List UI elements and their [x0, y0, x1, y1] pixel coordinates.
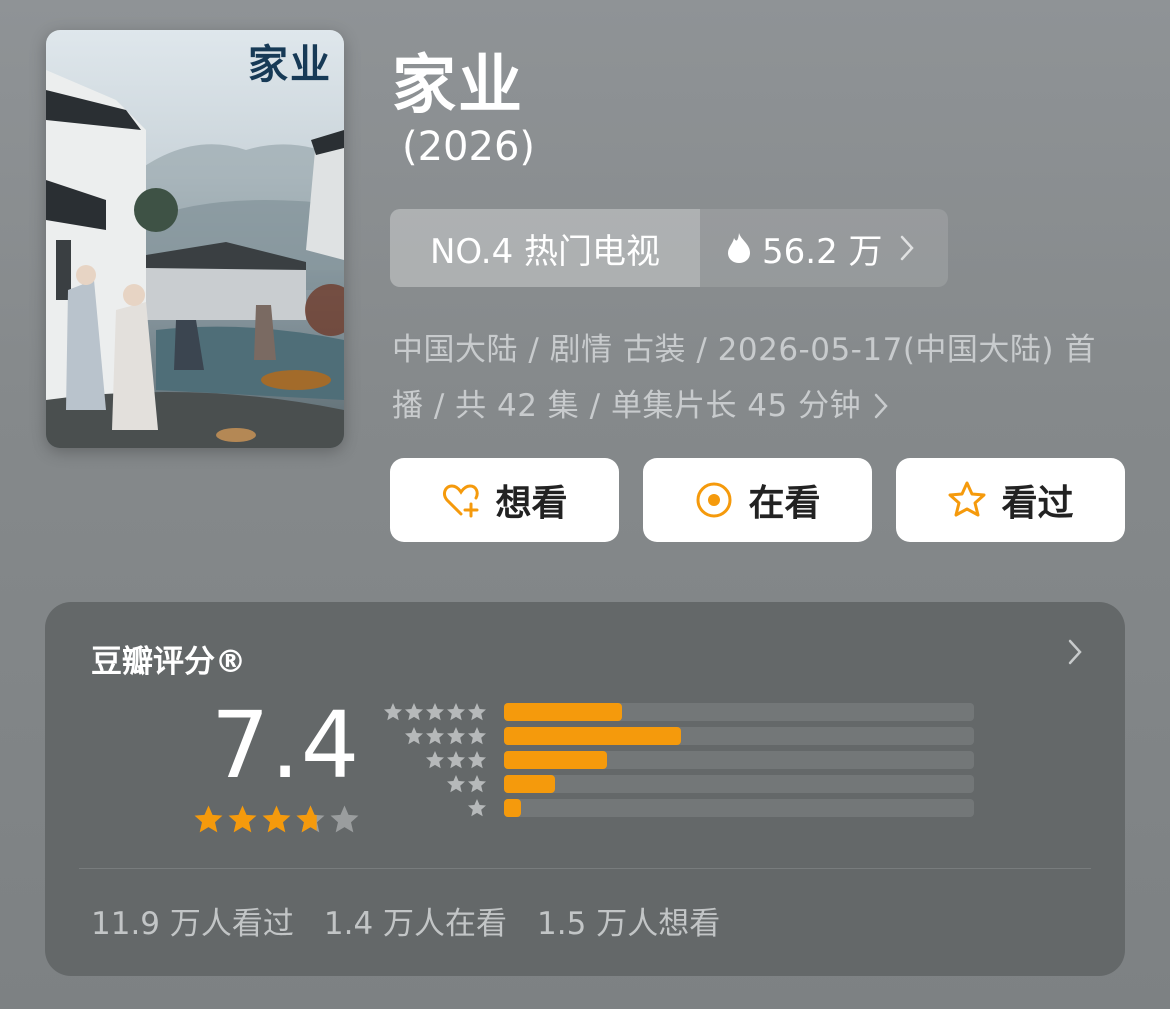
poster-image[interactable]: 家业: [46, 30, 344, 448]
star-outline-icon: [948, 481, 986, 517]
star-filled-icon: [228, 805, 257, 833]
want-to-watch-button[interactable]: 想看: [390, 458, 619, 542]
poster-title-text: 家业: [248, 41, 332, 88]
want-label: 想看: [495, 483, 568, 524]
star-empty-icon: [330, 805, 359, 833]
watch-stats: 11.9 万人看过 1.4 万人在看 1.5 万人想看: [91, 898, 720, 943]
rating-stars: [193, 804, 360, 835]
poster-illustration: [46, 70, 344, 448]
watching-label: 在看: [748, 483, 821, 524]
divider: [79, 868, 1091, 869]
star-small-icon: [468, 799, 486, 817]
star-small-icon: [447, 703, 465, 721]
distribution-stars: [383, 702, 487, 722]
rank-label: NO.4 热门电视: [390, 209, 700, 287]
star-small-icon: [468, 751, 486, 769]
distribution-stars: [467, 798, 487, 818]
meta-line-1: 中国大陆 / 剧情 古装 / 2026-05-17(中国大陆) 首: [392, 332, 1096, 368]
star-small-icon: [384, 703, 402, 721]
watching-button[interactable]: 在看: [643, 458, 872, 542]
star-small-icon: [447, 751, 465, 769]
distribution-stars: [446, 774, 487, 794]
distribution-bar-track: [504, 799, 974, 817]
distribution-row-1: [383, 798, 983, 818]
star-small-icon: [447, 727, 465, 745]
distribution-stars: [425, 750, 487, 770]
distribution-bar-fill: [504, 727, 681, 745]
want-count: 1.5 万人想看: [537, 906, 721, 942]
star-small-icon: [426, 727, 444, 745]
heat-value: 56.2 万: [762, 231, 883, 272]
watching-count: 1.4 万人在看: [323, 906, 508, 942]
distribution-bar-track: [504, 775, 974, 793]
distribution-bar-track: [504, 727, 974, 745]
star-small-icon: [468, 703, 486, 721]
star-small-icon: [468, 727, 486, 745]
rating-score: 7.4: [211, 692, 361, 799]
meta-info[interactable]: 中国大陆 / 剧情 古装 / 2026-05-17(中国大陆) 首 播 / 共 …: [392, 322, 1132, 434]
heat-indicator[interactable]: 56.2 万: [700, 209, 948, 287]
watched-label: 看过: [1001, 483, 1074, 524]
star-small-icon: [405, 727, 423, 745]
target-icon: [696, 482, 732, 518]
watched-button[interactable]: 看过: [896, 458, 1125, 542]
distribution-bar-fill: [504, 703, 622, 721]
chevron-right-icon: [874, 393, 888, 419]
ranking-badge[interactable]: NO.4 热门电视 56.2 万: [390, 209, 948, 287]
meta-line-2: 播 / 共 42 集 / 单集片长 45 分钟: [392, 388, 862, 424]
distribution-row-2: [383, 774, 983, 794]
star-filled-icon: [194, 805, 223, 833]
page-title: 家业: [392, 49, 524, 123]
flame-icon: [728, 233, 750, 263]
star-small-icon: [405, 703, 423, 721]
distribution-bar-track: [504, 703, 974, 721]
rating-distribution: [383, 702, 983, 832]
distribution-bar-track: [504, 751, 974, 769]
chevron-right-icon: [900, 235, 914, 261]
distribution-bar-fill: [504, 775, 555, 793]
chevron-right-icon[interactable]: [1067, 638, 1083, 666]
distribution-stars: [404, 726, 487, 746]
watched-count: 11.9 万人看过: [91, 906, 294, 942]
distribution-row-4: [383, 726, 983, 746]
distribution-row-3: [383, 750, 983, 770]
star-small-icon: [447, 775, 465, 793]
star-half-icon: [296, 805, 325, 833]
distribution-bar-fill: [504, 799, 521, 817]
star-small-icon: [468, 775, 486, 793]
star-filled-icon: [262, 805, 291, 833]
release-year: (2026): [402, 124, 536, 170]
star-small-icon: [426, 751, 444, 769]
rating-title: 豆瓣评分®: [91, 644, 246, 680]
star-small-icon: [426, 703, 444, 721]
rating-card[interactable]: 豆瓣评分® 7.4 11.9 万人看过 1.4 万人在看 1.5 万人想看: [45, 602, 1125, 976]
distribution-bar-fill: [504, 751, 608, 769]
heart-plus-icon: [443, 484, 480, 518]
distribution-row-5: [383, 702, 983, 722]
